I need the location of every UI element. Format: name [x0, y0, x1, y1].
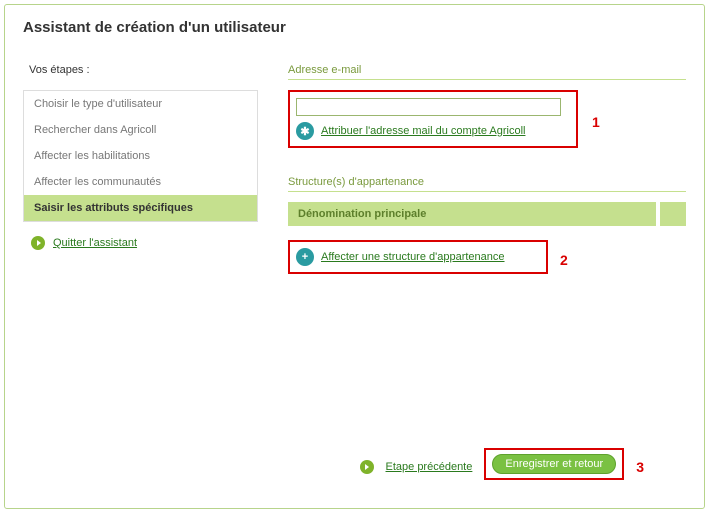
quit-link[interactable]: Quitter l'assistant [53, 237, 137, 249]
assign-email-row: ✱ Attribuer l'adresse mail du compte Agr… [296, 122, 570, 140]
plus-icon: + [296, 248, 314, 266]
assign-structure-row: + Affecter une structure d'appartenance [296, 248, 540, 266]
email-input[interactable] [296, 98, 561, 116]
prev-step-link[interactable]: Etape précédente [386, 461, 473, 473]
save-and-return-button[interactable]: Enregistrer et retour [492, 454, 616, 474]
assign-structure-link[interactable]: Affecter une structure d'appartenance [321, 251, 505, 263]
structure-section-heading: Structure(s) d'appartenance [288, 176, 686, 192]
structure-table-header: Dénomination principale [288, 202, 656, 226]
structure-action-row: + Affecter une structure d'appartenance … [288, 240, 686, 280]
step-item[interactable]: Choisir le type d'utilisateur [24, 91, 257, 117]
email-section-heading: Adresse e-mail [288, 64, 686, 80]
callout-marker-1: 1 [592, 114, 600, 130]
highlight-box-3: Enregistrer et retour [484, 448, 624, 480]
sidebar: Vos étapes : Choisir le type d'utilisate… [23, 64, 258, 250]
callout-marker-2: 2 [560, 252, 568, 268]
footer-actions: Etape précédente Enregistrer et retour 3 [360, 448, 644, 486]
quit-row: Quitter l'assistant [23, 236, 258, 250]
step-item-current[interactable]: Saisir les attributs spécifiques [24, 195, 257, 221]
steps-heading: Vos étapes : [29, 64, 258, 76]
highlight-box-2: + Affecter une structure d'appartenance [288, 240, 548, 274]
page-title: Assistant de création d'un utilisateur [23, 19, 686, 36]
step-item[interactable]: Rechercher dans Agricoll [24, 117, 257, 143]
wizard-panel: Assistant de création d'un utilisateur V… [4, 4, 705, 509]
main-content: Vos étapes : Choisir le type d'utilisate… [23, 64, 686, 280]
gear-icon: ✱ [296, 122, 314, 140]
structure-header-row: Dénomination principale [288, 202, 686, 226]
assign-email-link[interactable]: Attribuer l'adresse mail du compte Agric… [321, 125, 525, 137]
callout-marker-3: 3 [636, 459, 644, 475]
structure-header-side [660, 202, 686, 226]
highlight-box-1: ✱ Attribuer l'adresse mail du compte Agr… [288, 90, 578, 148]
step-item[interactable]: Affecter les communautés [24, 169, 257, 195]
form-area: Adresse e-mail ✱ Attribuer l'adresse mai… [288, 64, 686, 280]
email-block-row: ✱ Attribuer l'adresse mail du compte Agr… [288, 90, 686, 154]
steps-list: Choisir le type d'utilisateur Rechercher… [23, 90, 258, 222]
step-item[interactable]: Affecter les habilitations [24, 143, 257, 169]
arrow-right-icon [360, 460, 374, 474]
arrow-right-icon [31, 236, 45, 250]
